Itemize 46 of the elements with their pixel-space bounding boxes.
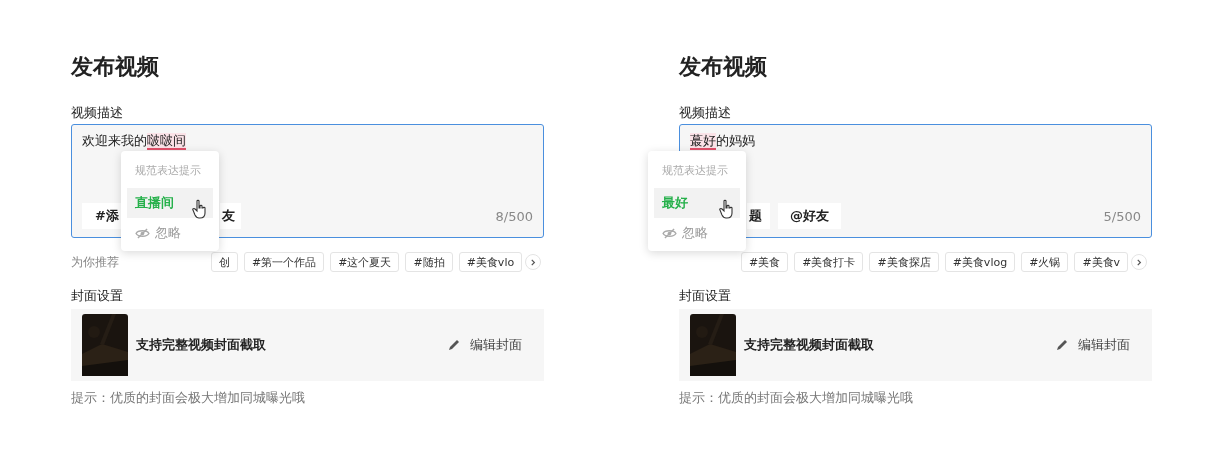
description-text: 欢迎来我的: [82, 133, 147, 148]
chevron-right-icon: [529, 258, 537, 266]
page-title: 发布视频: [71, 53, 160, 81]
char-counter: 5/500: [1103, 208, 1141, 224]
topic-tag[interactable]: #随拍: [405, 252, 453, 272]
edit-cover-button[interactable]: 编辑封面: [1055, 336, 1130, 354]
topic-tag[interactable]: #美食vlog: [944, 252, 1016, 272]
chevron-right-icon: [1135, 258, 1143, 266]
topic-tag[interactable]: #美食探店: [869, 252, 939, 272]
cover-description: 支持完整视频封面截取: [744, 336, 874, 354]
topic-tag[interactable]: #美食打卡: [794, 252, 864, 272]
section-label: 封面设置: [679, 287, 732, 305]
topic-tag[interactable]: #美食vlo: [458, 252, 523, 272]
hint-text: 提示：优质的封面会极大增加同城曝光哦: [679, 389, 914, 407]
insert-chip[interactable]: 友: [220, 203, 241, 229]
pencil-icon: [1055, 338, 1069, 352]
edit-cover-button[interactable]: 编辑封面: [447, 336, 522, 354]
hidden-eye-icon: [662, 227, 677, 239]
recommend-label: 为你推荐: [71, 253, 119, 271]
hand-cursor-icon: [718, 199, 734, 219]
hand-cursor-icon: [191, 199, 207, 219]
insert-chip[interactable]: #添: [82, 203, 122, 229]
pencil-icon: [447, 338, 461, 352]
field-label: 视频描述: [71, 104, 124, 122]
topic-tag[interactable]: #美食: [741, 252, 789, 272]
page-title: 发布视频: [679, 53, 768, 81]
section-label: 封面设置: [71, 287, 124, 305]
popup-heading: 规范表达提示: [134, 163, 202, 179]
next-arrow-button[interactable]: [1131, 254, 1148, 270]
hint-text: 提示：优质的封面会极大增加同城曝光哦: [71, 389, 306, 407]
topic-tag[interactable]: #美食v: [1074, 252, 1129, 272]
description-text: 的妈妈: [716, 133, 755, 148]
next-arrow-button[interactable]: [525, 254, 542, 270]
topic-tag[interactable]: #第一个作品: [244, 252, 325, 272]
cover-description: 支持完整视频封面截取: [136, 336, 266, 354]
topic-tag[interactable]: #火锅: [1021, 252, 1069, 272]
flagged-word: 蕞好: [690, 133, 716, 150]
insert-chip[interactable]: 题: [747, 203, 770, 229]
insert-chip[interactable]: @好友: [778, 203, 841, 229]
char-counter: 8/500: [495, 208, 533, 224]
flagged-word: 啵啵间: [147, 133, 186, 150]
hidden-eye-icon: [135, 227, 150, 239]
topic-tag[interactable]: #这个夏天: [330, 252, 400, 272]
field-label: 视频描述: [679, 104, 732, 122]
popup-heading: 规范表达提示: [661, 163, 729, 179]
topic-tag[interactable]: 创: [211, 252, 238, 272]
